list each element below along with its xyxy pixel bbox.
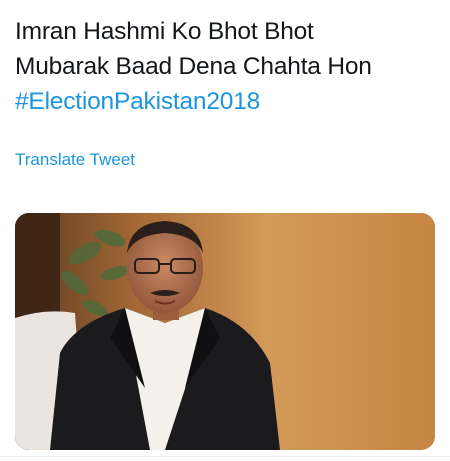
tweet-text: Imran Hashmi Ko Bhot Bhot Mubarak Baad D…: [15, 14, 440, 119]
hashtag-link[interactable]: #ElectionPakistan2018: [15, 84, 440, 119]
tweet-photo[interactable]: [15, 213, 435, 450]
divider: [0, 456, 450, 457]
tweet-text-line-2: Mubarak Baad Dena Chahta Hon: [15, 53, 372, 80]
photo-of-man-in-black-coat: [15, 213, 435, 450]
tweet-text-line-1: Imran Hashmi Ko Bhot Bhot: [15, 18, 314, 45]
translate-tweet-link[interactable]: Translate Tweet: [15, 150, 135, 170]
